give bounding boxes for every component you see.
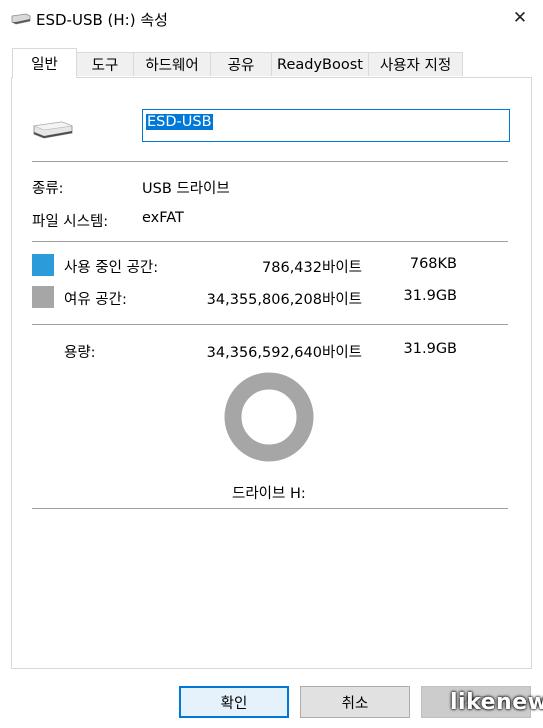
usb-drive-icon (11, 13, 31, 29)
type-value: USB 드라이브 (142, 181, 230, 197)
filesystem-value: exFAT (142, 210, 184, 226)
cancel-button[interactable]: 취소 (300, 686, 410, 718)
tab-customize[interactable]: 사용자 지정 (368, 52, 463, 76)
tab-hardware[interactable]: 하드웨어 (133, 52, 211, 76)
free-space-swatch (32, 286, 54, 308)
usb-drive-icon (32, 120, 74, 146)
used-space-label: 사용 중인 공간: (64, 260, 159, 276)
ok-button[interactable]: 확인 (179, 686, 289, 718)
volume-name-text: ESD-USB (146, 114, 213, 130)
free-space-label: 여유 공간: (64, 292, 127, 308)
close-button[interactable]: ✕ (497, 0, 543, 36)
title-bar: ESD-USB (H:) 속성 ✕ (0, 0, 543, 36)
donut-free-ring (224, 372, 314, 462)
filesystem-label: 파일 시스템: (32, 214, 109, 230)
volume-name-input[interactable]: ESD-USB (142, 109, 510, 142)
drive-letter-label: 드라이브 H: (232, 486, 306, 502)
used-space-bytes: 786,432바이트 (262, 260, 362, 276)
usage-donut-chart (224, 372, 314, 462)
tab-tools[interactable]: 도구 (76, 52, 134, 76)
capacity-bytes: 34,356,592,640바이트 (206, 345, 362, 361)
capacity-label: 용량: (64, 345, 96, 361)
close-icon: ✕ (512, 8, 528, 28)
type-label: 종류: (32, 181, 64, 197)
tab-sharing[interactable]: 공유 (210, 52, 272, 76)
tab-readyboost[interactable]: ReadyBoost (271, 52, 369, 76)
separator (32, 508, 508, 509)
free-space-bytes: 34,355,806,208바이트 (206, 292, 362, 308)
separator (32, 324, 508, 325)
separator (32, 161, 508, 162)
capacity-size: 31.9GB (403, 341, 457, 357)
used-space-swatch (32, 254, 54, 276)
free-space-size: 31.9GB (403, 288, 457, 304)
watermark-text: likenew (450, 690, 543, 715)
window-title: ESD-USB (H:) 속성 (36, 11, 168, 29)
tab-general[interactable]: 일반 (12, 48, 77, 78)
tab-strip: 일반 도구 하드웨어 공유 ReadyBoost 사용자 지정 (0, 48, 543, 78)
separator (32, 241, 508, 242)
used-space-size: 768KB (409, 256, 457, 272)
